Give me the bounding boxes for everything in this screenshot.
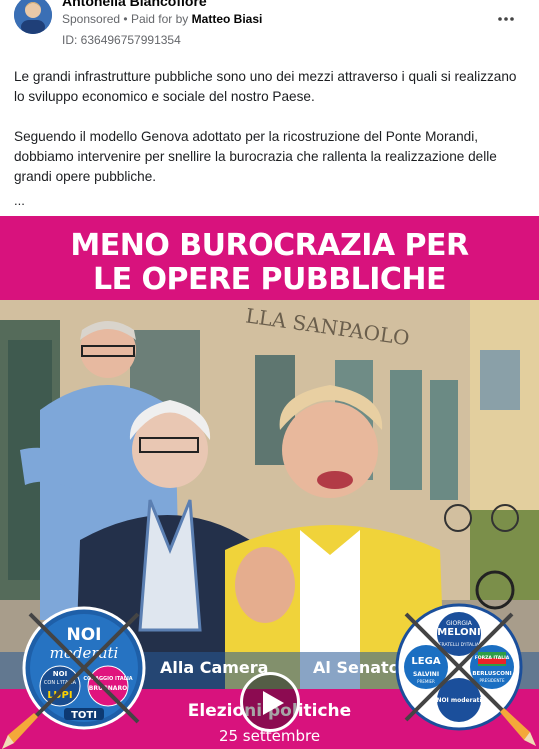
svg-text:NOI moderati: NOI moderati (436, 697, 481, 704)
pencil-icon (500, 708, 536, 746)
label-camera: Alla Camera (160, 658, 269, 677)
post-paragraph-2: Seguendo il modello Genova adottato per … (14, 129, 497, 184)
ad-id: ID: 636496757991354 (62, 33, 181, 47)
video-media[interactable]: MENO BUROCRAZIA PER LE OPERE PUBBLICHE L… (0, 216, 539, 749)
more-horizontal-icon (498, 17, 514, 21)
paid-for-label: Paid for by (130, 12, 189, 26)
sponsored-label: Sponsored (62, 12, 121, 26)
see-more-ellipsis[interactable]: ... (14, 193, 25, 208)
payer-name[interactable]: Matteo Biasi (192, 12, 263, 26)
svg-text:NOI: NOI (66, 625, 101, 645)
post-body: Le grandi infrastrutture pubbliche sono … (14, 67, 526, 187)
svg-text:NOI: NOI (53, 670, 67, 678)
svg-text:MELONI: MELONI (437, 627, 480, 638)
svg-text:TOTI: TOTI (71, 710, 97, 721)
ad-card: Antonella Biancofiore Sponsored • Paid f… (0, 0, 539, 749)
play-icon (263, 691, 284, 715)
svg-text:SALVINI: SALVINI (413, 671, 439, 678)
headline-line-1: MENO BUROCRAZIA PER (70, 228, 469, 263)
svg-text:FRATELLI D'ITALIA: FRATELLI D'ITALIA (439, 642, 480, 648)
author-avatar[interactable] (14, 0, 52, 34)
svg-text:LEGA: LEGA (411, 656, 440, 667)
sponsored-line: Sponsored • Paid for by Matteo Biasi (62, 12, 262, 26)
label-senato: Al Senato (313, 658, 400, 677)
svg-text:BERLUSCONI: BERLUSCONI (472, 671, 511, 677)
headline-line-2: LE OPERE PUBBLICHE (92, 262, 447, 297)
meta-separator: • (123, 12, 128, 26)
svg-text:FORZA ITALIA: FORZA ITALIA (475, 655, 510, 661)
more-options-button[interactable] (495, 9, 517, 29)
svg-text:GIORGIA: GIORGIA (446, 620, 473, 627)
svg-text:PRESIDENTE: PRESIDENTE (479, 678, 504, 683)
svg-text:PREMIER: PREMIER (417, 679, 435, 684)
author-name[interactable]: Antonella Biancofiore (62, 0, 207, 9)
pencil-icon (2, 713, 38, 749)
video-headline-banner: MENO BUROCRAZIA PER LE OPERE PUBBLICHE (0, 216, 539, 300)
post-paragraph-1: Le grandi infrastrutture pubbliche sono … (14, 69, 517, 104)
play-button[interactable] (240, 672, 300, 732)
